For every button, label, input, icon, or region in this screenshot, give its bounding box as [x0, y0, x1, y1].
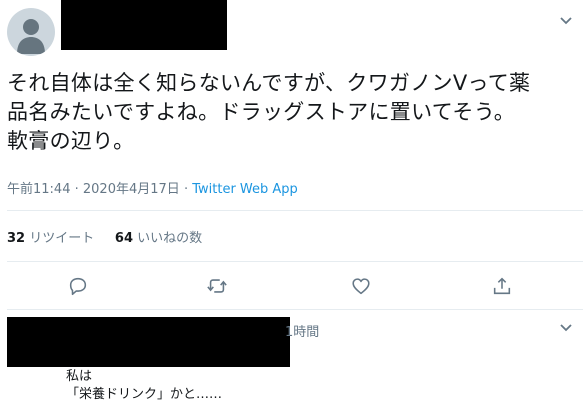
chevron-down-icon[interactable] [559, 323, 573, 333]
reply-text: 私は 「栄養ドリンク」かと…… [66, 368, 222, 404]
tweet-source-link[interactable]: Twitter Web App [192, 182, 298, 197]
tweet-text-line: 軟膏の辺り。 [7, 129, 135, 153]
separator: · [74, 182, 79, 197]
divider [7, 261, 583, 262]
retweet-icon[interactable] [206, 275, 228, 297]
reply-timestamp[interactable]: 1時間 [285, 321, 319, 340]
retweet-count: 32 [7, 231, 26, 246]
tweet-time[interactable]: 午前11:44 [7, 182, 70, 197]
tweet-text-line: 品名みたいですよね。ドラッグストアに置いてそう。 [7, 100, 516, 124]
tweet-date[interactable]: 2020年4月17日 [83, 182, 180, 197]
share-icon[interactable] [491, 275, 513, 297]
separator: · [183, 182, 189, 197]
reply-icon[interactable] [67, 275, 89, 297]
divider [7, 210, 583, 211]
like-count: 64 [114, 231, 134, 246]
reply-text-line: 私は [66, 369, 93, 384]
redacted-username [61, 0, 227, 50]
divider [7, 309, 583, 310]
tweet-text: それ自体は全く知らないんですが、クワガノンVって薬 品名みたいですよね。ドラッグ… [7, 69, 577, 156]
retweet-stat[interactable]: 32 リツイート [7, 231, 94, 246]
like-icon[interactable] [350, 275, 372, 297]
default-profile-icon [17, 19, 45, 54]
redacted-reply-author [7, 317, 290, 367]
like-label: いいねの数 [137, 231, 203, 246]
chevron-down-icon[interactable] [559, 16, 573, 26]
tweet-meta: 午前11:44 · 2020年4月17日 · Twitter Web App [7, 178, 298, 197]
avatar[interactable] [7, 8, 55, 56]
like-stat[interactable]: 64 いいねの数 [115, 231, 202, 246]
retweet-label: リツイート [29, 231, 95, 246]
reply-text-line: 「栄養ドリンク」かと…… [66, 387, 223, 402]
tweet-text-line: それ自体は全く知らないんですが、クワガノンVって薬 [7, 71, 531, 95]
tweet-stats: 32 リツイート 64 いいねの数 [7, 227, 202, 246]
